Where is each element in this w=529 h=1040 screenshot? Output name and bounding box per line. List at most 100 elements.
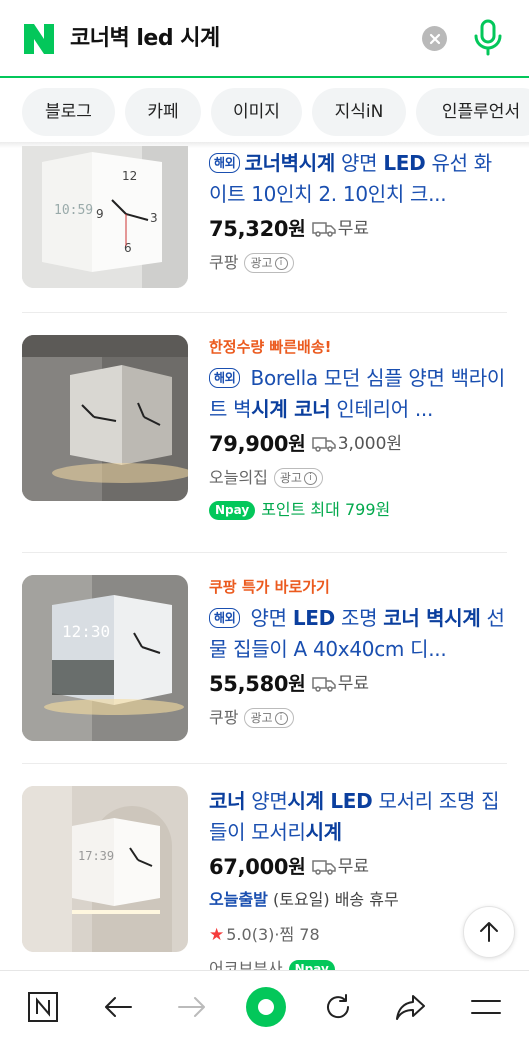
ad-badge[interactable]: 광고 i bbox=[244, 708, 294, 728]
list-item[interactable]: 12:30 쿠팡 특가 바로가기 해외 양면 LED 조명 코너 벽시계 선물 … bbox=[0, 553, 529, 763]
price-row: 67,000 원 무료 bbox=[209, 850, 509, 884]
naver-logo-icon[interactable] bbox=[22, 22, 56, 56]
list-item[interactable]: 한정수량 빠른배송! 해외 Borella 모던 심플 양면 백라이트 벽시계 … bbox=[0, 313, 529, 553]
truck-icon bbox=[311, 437, 336, 452]
wishlist-count: 찜 78 bbox=[279, 925, 320, 944]
corner-clock-image bbox=[22, 335, 188, 501]
product-title[interactable]: 해외 Borella 모던 심플 양면 백라이트 벽시계 코너 인테리어 ... bbox=[209, 363, 509, 425]
shipping-fee: 무료 bbox=[337, 857, 370, 877]
tab-knowledge-in[interactable]: 지식iN bbox=[312, 88, 406, 136]
product-title[interactable]: 해외 양면 LED 조명 코너 벽시계 선물 집들이 A 40x40cm 디..… bbox=[209, 603, 509, 665]
product-title[interactable]: 해외 코너벽시계 양면 LED 유선 화이트 10인치 2. 10인치 크... bbox=[209, 148, 509, 210]
overseas-badge: 해외 bbox=[209, 153, 241, 173]
shopping-results: 10:59 12 3 6 9 해외 코너벽시계 양면 LED 유선 화이트 10인… bbox=[0, 146, 529, 970]
product-image[interactable] bbox=[22, 335, 188, 501]
refresh-button[interactable] bbox=[318, 987, 358, 1027]
product-image[interactable]: 12:30 bbox=[22, 575, 188, 741]
promo-label[interactable]: 한정수량 빠른배송! bbox=[209, 335, 509, 363]
npay-badge: Npay bbox=[288, 959, 335, 970]
svg-text:12:30: 12:30 bbox=[62, 622, 110, 641]
svg-text:17:39: 17:39 bbox=[78, 849, 114, 863]
shipping-fee: 무료 bbox=[337, 674, 370, 694]
seller-name[interactable]: 어코브부사 bbox=[209, 953, 283, 970]
truck-icon bbox=[311, 677, 336, 692]
seller-row: 오늘의집 광고 i bbox=[209, 461, 509, 495]
product-image[interactable]: 17:39 bbox=[22, 786, 188, 952]
close-icon bbox=[429, 33, 440, 44]
scroll-to-top-button[interactable] bbox=[463, 906, 515, 958]
clear-search-button[interactable] bbox=[422, 26, 447, 51]
menu-button[interactable] bbox=[466, 987, 506, 1027]
svg-text:12: 12 bbox=[122, 169, 137, 183]
shipping-fee: 무료 bbox=[337, 219, 370, 239]
ad-badge[interactable]: 광고 i bbox=[273, 468, 323, 488]
overseas-badge: 해외 bbox=[209, 368, 241, 388]
rating-count: (3) bbox=[251, 925, 275, 944]
search-tabs: 블로그 카페 이미지 지식iN 인플루언서 bbox=[0, 80, 529, 142]
refresh-icon bbox=[327, 994, 350, 1019]
seller-row: 쿠팡 광고 i bbox=[209, 246, 509, 280]
price: 79,900 bbox=[209, 432, 289, 456]
npay-point-row: Npay 포인트 최대 799원 bbox=[209, 495, 509, 525]
currency: 원 bbox=[288, 433, 306, 455]
rating-value: 5.0 bbox=[226, 925, 252, 944]
currency: 원 bbox=[288, 856, 306, 878]
corner-clock-image: 10:59 12 3 6 9 bbox=[22, 146, 188, 288]
green-dot-button[interactable] bbox=[244, 985, 288, 1029]
shipping-fee: 3,000원 bbox=[337, 434, 403, 454]
promo-label[interactable]: 쿠팡 특가 바로가기 bbox=[209, 575, 509, 603]
voice-search-button[interactable] bbox=[471, 18, 505, 58]
seller-row: 어코브부사 Npay bbox=[209, 952, 509, 970]
hamburger-menu-icon bbox=[471, 1000, 501, 1014]
truck-icon bbox=[311, 860, 336, 875]
seller-name[interactable]: 오늘의집 bbox=[209, 462, 268, 494]
tab-image[interactable]: 이미지 bbox=[211, 88, 302, 136]
corner-clock-image: 17:39 bbox=[22, 786, 188, 952]
forward-button[interactable] bbox=[172, 987, 212, 1027]
info-icon: i bbox=[303, 471, 317, 485]
list-item[interactable]: 17:39 코너 양면시계 LED 모서리 조명 집들이 모서리시계 67,00… bbox=[0, 764, 529, 970]
share-icon bbox=[396, 995, 425, 1020]
info-icon: i bbox=[274, 256, 288, 270]
bottom-nav-bar bbox=[0, 970, 529, 1040]
tab-influencer[interactable]: 인플루언서 bbox=[416, 88, 529, 136]
today-delivery-text: (토요일) 배송 휴무 bbox=[267, 890, 399, 909]
search-bar: 코너벽 led 시계 bbox=[0, 0, 529, 78]
price-row: 75,320 원 무료 bbox=[209, 212, 509, 246]
ad-badge[interactable]: 광고 i bbox=[244, 253, 294, 273]
seller-name[interactable]: 쿠팡 bbox=[209, 702, 238, 734]
truck-icon bbox=[311, 222, 336, 237]
list-item[interactable]: 10:59 12 3 6 9 해외 코너벽시계 양면 LED 유선 화이트 10인… bbox=[0, 146, 529, 310]
npay-point-text: 포인트 최대 799원 bbox=[261, 500, 391, 519]
back-button[interactable] bbox=[98, 987, 138, 1027]
tab-blog[interactable]: 블로그 bbox=[22, 88, 115, 136]
arrow-right-icon bbox=[178, 997, 205, 1017]
svg-text:6: 6 bbox=[124, 241, 132, 255]
share-button[interactable] bbox=[391, 987, 431, 1027]
price-row: 55,580 원 무료 bbox=[209, 667, 509, 701]
arrow-up-icon bbox=[480, 922, 498, 942]
naver-n-icon bbox=[28, 992, 58, 1022]
tab-cafe[interactable]: 카페 bbox=[125, 88, 201, 136]
seller-row: 쿠팡 광고 i bbox=[209, 701, 509, 735]
price-row: 79,900 원 3,000원 bbox=[209, 427, 509, 461]
price: 75,320 bbox=[209, 217, 289, 241]
svg-text:3: 3 bbox=[150, 211, 158, 225]
corner-clock-image: 12:30 bbox=[22, 575, 188, 741]
search-input[interactable]: 코너벽 led 시계 bbox=[70, 22, 220, 56]
info-icon: i bbox=[274, 711, 288, 725]
product-title[interactable]: 코너 양면시계 LED 모서리 조명 집들이 모서리시계 bbox=[209, 786, 509, 848]
price: 67,000 bbox=[209, 855, 289, 879]
overseas-badge: 해외 bbox=[209, 608, 241, 628]
naver-home-button[interactable] bbox=[23, 987, 63, 1027]
arrow-left-icon bbox=[105, 997, 132, 1017]
star-icon: ★ bbox=[209, 925, 225, 945]
seller-name[interactable]: 쿠팡 bbox=[209, 247, 238, 279]
svg-text:10:59: 10:59 bbox=[54, 203, 93, 218]
price: 55,580 bbox=[209, 672, 289, 696]
npay-badge: Npay bbox=[209, 500, 256, 520]
today-delivery-row: 오늘출발 (토요일) 배송 휴무 bbox=[209, 884, 509, 918]
product-image[interactable]: 10:59 12 3 6 9 bbox=[22, 146, 188, 288]
currency: 원 bbox=[288, 218, 306, 240]
svg-text:9: 9 bbox=[96, 207, 104, 221]
